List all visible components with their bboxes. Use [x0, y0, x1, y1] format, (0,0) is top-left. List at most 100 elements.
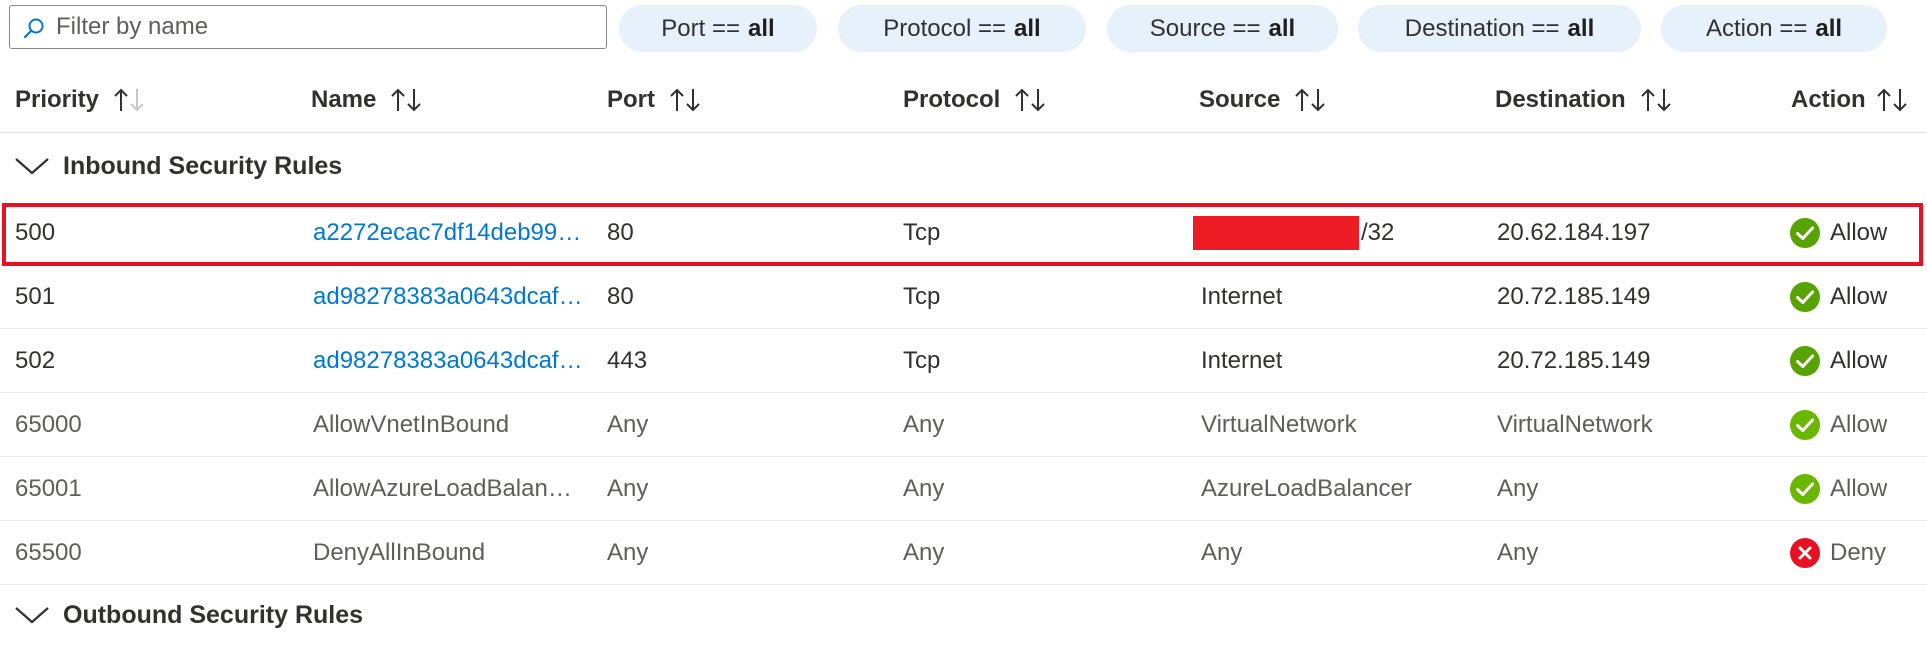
column-header-label: Protocol [903, 86, 1001, 113]
port-filter-pill[interactable]: Port == all [619, 5, 817, 52]
check-circle-icon [1790, 218, 1820, 248]
action-label: Allow [1830, 347, 1888, 374]
destination-cell: VirtualNetwork [1497, 411, 1653, 438]
filter-by-name-field[interactable] [9, 5, 607, 49]
rule-name-link[interactable]: ad98278383a0643dcaf… [313, 283, 583, 311]
source-filter-label: Source == [1149, 14, 1261, 42]
column-header-label: Priority [15, 86, 100, 113]
source-cell: /32 [1193, 201, 1394, 265]
table-row[interactable]: 501 ad98278383a0643dcaf… 80 Tcp Internet… [0, 265, 1927, 329]
priority-cell: 501 [15, 283, 56, 310]
check-circle-icon [1790, 474, 1820, 504]
check-circle-icon [1790, 282, 1820, 312]
priority-cell: 500 [15, 219, 56, 246]
column-header-port[interactable]: Port [607, 80, 705, 120]
source-cell: Any [1201, 539, 1243, 566]
column-header-source[interactable]: Source [1199, 80, 1330, 120]
table-row[interactable]: 65000 AllowVnetInBound Any Any VirtualNe… [0, 393, 1927, 457]
outbound-rules-group-header[interactable]: Outbound Security Rules [0, 585, 1927, 645]
action-filter-pill[interactable]: Action == all [1661, 5, 1887, 52]
action-cell: Allow [1790, 265, 1887, 329]
name-cell: DenyAllInBound [313, 521, 605, 585]
port-filter-label: Port == [661, 14, 741, 42]
port-cell: Any [607, 411, 649, 438]
table-row[interactable]: 65001 AllowAzureLoadBalan… Any Any Azure… [0, 457, 1927, 521]
sort-arrows-icon [1015, 88, 1046, 112]
sort-arrows-icon [391, 88, 422, 112]
sort-arrows-icon [114, 88, 144, 112]
check-circle-icon [1790, 346, 1820, 376]
protocol-cell: Tcp [903, 347, 941, 374]
protocol-filter-label: Protocol == [883, 14, 1007, 42]
filter-input[interactable] [56, 8, 596, 46]
source-filter-value: all [1268, 14, 1296, 42]
column-header-label: Action [1791, 86, 1866, 113]
priority-cell: 65500 [15, 539, 82, 566]
chevron-down-icon[interactable] [14, 603, 50, 627]
table-row[interactable]: 502 ad98278383a0643dcaf… 443 Tcp Interne… [0, 329, 1927, 393]
action-filter-label: Action == [1705, 14, 1808, 42]
column-header-destination[interactable]: Destination [1495, 80, 1676, 120]
port-cell: 80 [607, 283, 634, 310]
protocol-cell: Tcp [903, 283, 941, 310]
table-header: Priority Name Port Protocol Source Desti… [0, 70, 1927, 133]
destination-cell: Any [1497, 475, 1539, 502]
search-icon [23, 18, 44, 39]
action-label: Deny [1830, 539, 1887, 566]
source-cell: Internet [1201, 347, 1283, 374]
name-cell[interactable]: a2272ecac7df14deb99… [313, 201, 605, 265]
column-header-name[interactable]: Name [311, 80, 426, 120]
column-header-protocol[interactable]: Protocol [903, 80, 1050, 120]
source-cell: Internet [1201, 283, 1283, 310]
action-label: Allow [1830, 219, 1888, 246]
source-filter-pill[interactable]: Source == all [1107, 5, 1338, 52]
table-row[interactable]: 500 a2272ecac7df14deb99… 80 Tcp /32 20.6… [0, 201, 1927, 265]
destination-cell: Any [1497, 539, 1539, 566]
column-header-label: Destination [1495, 86, 1626, 113]
inbound-rules-group-header[interactable]: Inbound Security Rules [0, 136, 1927, 196]
protocol-cell: Any [903, 539, 945, 566]
priority-cell: 502 [15, 347, 56, 374]
action-label: Allow [1830, 475, 1888, 502]
protocol-cell: Any [903, 411, 945, 438]
name-cell: AllowVnetInBound [313, 393, 605, 457]
protocol-cell: Any [903, 475, 945, 502]
x-circle-icon [1790, 538, 1820, 568]
destination-filter-label: Destination == [1404, 14, 1560, 42]
table-row[interactable]: 65500 DenyAllInBound Any Any Any Any Den… [0, 521, 1927, 585]
name-cell[interactable]: ad98278383a0643dcaf… [313, 265, 605, 329]
rule-name: AllowAzureLoadBalan… [313, 475, 572, 502]
nsg-rules-page: Port ==all Protocol ==all Source ==all D… [0, 0, 1927, 629]
destination-cell: 20.62.184.197 [1497, 219, 1651, 246]
name-cell[interactable]: ad98278383a0643dcaf… [313, 329, 605, 393]
protocol-filter-pill[interactable]: Protocol == all [838, 5, 1086, 52]
priority-cell: 65000 [15, 411, 82, 438]
chevron-down-icon[interactable] [14, 154, 50, 178]
source-suffix: /32 [1361, 219, 1395, 246]
sort-arrows-icon [1640, 88, 1671, 112]
action-label: Allow [1830, 283, 1888, 310]
destination-filter-pill[interactable]: Destination == all [1358, 5, 1641, 52]
action-cell: Deny [1790, 521, 1886, 585]
protocol-filter-value: all [1014, 14, 1041, 42]
action-cell: Allow [1790, 329, 1887, 393]
filter-bar: Port ==all Protocol ==all Source ==all D… [0, 0, 1927, 58]
destination-cell: 20.72.185.149 [1497, 347, 1651, 374]
sort-arrows-icon [670, 88, 700, 112]
port-cell: Any [607, 475, 649, 502]
port-cell: Any [607, 539, 649, 566]
column-header-label: Source [1199, 86, 1281, 113]
rule-name-link[interactable]: ad98278383a0643dcaf… [313, 347, 583, 375]
column-header-action[interactable]: Action [1791, 80, 1912, 120]
sort-arrows-icon [1876, 88, 1907, 112]
action-cell: Allow [1790, 393, 1887, 457]
outbound-rules-group-label: Outbound Security Rules [63, 600, 364, 629]
rule-name-link[interactable]: a2272ecac7df14deb99… [313, 219, 581, 247]
destination-filter-value: all [1567, 14, 1595, 42]
protocol-cell: Tcp [903, 219, 941, 246]
priority-cell: 65001 [15, 475, 82, 502]
column-header-priority[interactable]: Priority [15, 80, 149, 120]
action-cell: Allow [1790, 201, 1887, 265]
rule-name: AllowVnetInBound [313, 411, 510, 438]
port-filter-value: all [748, 14, 775, 42]
